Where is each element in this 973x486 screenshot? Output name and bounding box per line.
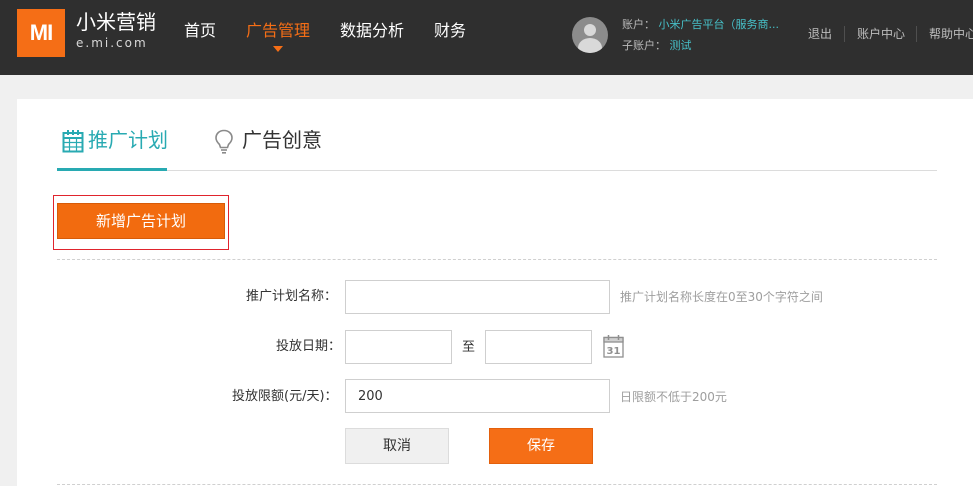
header-divider [844, 26, 845, 42]
subaccount-label: 子账户： [622, 39, 666, 52]
subaccount-info: 子账户： 测试 [622, 39, 692, 53]
tab-label: 推广计划 [88, 128, 168, 152]
nav-data-analysis[interactable]: 数据分析 [340, 20, 404, 42]
save-button[interactable]: 保存 [489, 428, 593, 464]
add-ad-plan-button[interactable]: 新增广告计划 [57, 203, 225, 239]
daily-budget-input[interactable] [345, 379, 610, 413]
calendar-day-number: 31 [607, 346, 621, 357]
nav-home[interactable]: 首页 [184, 20, 216, 42]
budget-hint: 日限额不低于200元 [620, 390, 727, 404]
nav-ad-management[interactable]: 广告管理 [246, 20, 310, 42]
brand-name[interactable]: 小米营销 [76, 10, 156, 34]
account-center-link[interactable]: 账户中心 [857, 27, 905, 41]
tab-ad-creative[interactable]: 广告创意 [214, 127, 322, 154]
subaccount-name-link[interactable]: 测试 [670, 39, 692, 52]
start-date-input[interactable] [345, 330, 452, 364]
account-name-link[interactable]: 小米广告平台（服务商... [659, 18, 780, 31]
account-label: 账户： [622, 18, 655, 31]
dashed-divider [57, 484, 937, 485]
active-tab-indicator [57, 168, 167, 171]
account-info: 账户： 小米广告平台（服务商... [622, 18, 779, 32]
plan-name-label: 推广计划名称： [246, 289, 338, 304]
tabs-divider [57, 170, 937, 171]
logout-link[interactable]: 退出 [808, 27, 832, 41]
header-divider [916, 26, 917, 42]
calendar-icon [62, 130, 84, 153]
calendar-picker-icon[interactable]: 31 [603, 334, 624, 358]
top-header: MI 小米营销 e.mi.com 首页 广告管理 数据分析 财务 账户： 小米广… [0, 0, 973, 75]
date-label: 投放日期： [276, 339, 342, 354]
tab-label: 广告创意 [242, 128, 322, 152]
nav-active-caret-icon [273, 46, 283, 52]
help-center-link[interactable]: 帮助中心 [929, 27, 973, 41]
tab-promotion-plan[interactable]: 推广计划 [62, 127, 168, 153]
user-avatar-icon [572, 17, 608, 53]
mi-logo[interactable]: MI [17, 9, 65, 57]
dashed-divider [57, 259, 937, 260]
end-date-input[interactable] [485, 330, 592, 364]
plan-name-input[interactable] [345, 280, 610, 314]
cancel-button[interactable]: 取消 [345, 428, 449, 464]
plan-name-hint: 推广计划名称长度在0至30个字符之间 [620, 290, 823, 304]
budget-label: 投放限额(元/天)： [232, 389, 338, 404]
nav-finance[interactable]: 财务 [434, 20, 466, 42]
brand-domain: e.mi.com [76, 36, 148, 50]
date-separator: 至 [462, 340, 476, 355]
lightbulb-icon [215, 129, 233, 154]
